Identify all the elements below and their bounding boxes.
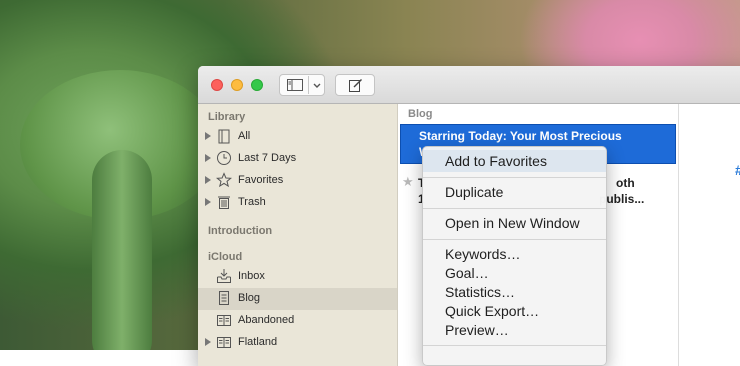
- context-menu: Add to Favorites Duplicate Open in New W…: [422, 146, 607, 366]
- clock-icon: [217, 151, 231, 165]
- menu-item-label: Goal…: [445, 265, 489, 281]
- sidebar-item-label: All: [238, 130, 251, 142]
- sidebar-item-inbox[interactable]: Inbox: [198, 266, 397, 288]
- menu-item-add-to-favorites[interactable]: Add to Favorites: [423, 150, 606, 172]
- sidebar-item-abandoned[interactable]: Abandoned: [198, 310, 397, 332]
- menu-separator: [423, 345, 606, 346]
- sidebar-item-all[interactable]: All: [198, 126, 397, 148]
- menu-item-label: Preview…: [445, 322, 509, 338]
- new-sheet-button[interactable]: [335, 74, 375, 96]
- editor-pane[interactable]: #: [679, 104, 740, 366]
- sidebar-item-label: Trash: [238, 196, 266, 208]
- menu-item-label: Add to Favorites: [445, 153, 547, 169]
- menu-item-label: Keywords…: [445, 246, 521, 262]
- disclosure-triangle-icon: [205, 132, 211, 140]
- sidebar-item-last-7-days[interactable]: Last 7 Days: [198, 148, 397, 170]
- menu-separator: [423, 239, 606, 240]
- menu-item-preview[interactable]: Preview…: [423, 319, 606, 341]
- introduction-heading[interactable]: Introduction: [208, 225, 272, 237]
- disclosure-triangle-icon: [205, 176, 211, 184]
- sidebar-item-label: Favorites: [238, 174, 284, 186]
- close-button[interactable]: [211, 79, 223, 91]
- trash-icon: [218, 196, 230, 209]
- menu-separator: [423, 208, 606, 209]
- menu-separator: [423, 177, 606, 178]
- minimize-button[interactable]: [231, 79, 243, 91]
- sidebar-item-label: Blog: [238, 292, 261, 304]
- sidebar-item-favorites[interactable]: Favorites: [198, 170, 397, 192]
- button-divider: [308, 76, 309, 94]
- menu-item-duplicate[interactable]: Duplicate: [423, 181, 606, 203]
- sidebar-icon: [287, 79, 303, 91]
- sidebar-item-trash[interactable]: Trash: [198, 192, 397, 214]
- sidebar-item-flatland[interactable]: Flatland: [198, 332, 397, 354]
- inbox-icon: [217, 269, 231, 283]
- chevron-down-icon: [313, 83, 321, 88]
- menu-item-open-in-new-window[interactable]: Open in New Window: [423, 212, 606, 234]
- sheet-row-title: Starring Today: Your Most Precious: [419, 129, 622, 143]
- sheet-list-heading: Blog: [408, 108, 433, 120]
- zoom-button[interactable]: [251, 79, 263, 91]
- menu-item-label: Statistics…: [445, 284, 516, 300]
- sidebar-item-label: Abandoned: [238, 314, 295, 326]
- menu-item-label: Open in New Window: [445, 215, 580, 231]
- titlebar: [198, 66, 740, 104]
- sidebar-toggle-button[interactable]: [279, 74, 325, 96]
- star-icon: [216, 172, 232, 188]
- icloud-heading: iCloud: [208, 251, 243, 263]
- group-icon: [217, 315, 231, 326]
- disclosure-triangle-icon: [205, 198, 211, 206]
- disclosure-triangle-icon: [205, 154, 211, 162]
- sidebar-item-label: Last 7 Days: [238, 152, 297, 164]
- star-icon: ★: [402, 174, 414, 189]
- wallpaper-plant-stem: [92, 150, 152, 350]
- document-icon: [219, 291, 229, 305]
- editor-heading-marker: #: [735, 162, 740, 178]
- sheet-row-title-right: oth: [616, 176, 635, 190]
- compose-icon: [349, 79, 362, 92]
- sidebar-item-blog[interactable]: Blog: [198, 288, 397, 310]
- disclosure-triangle-icon: [205, 338, 211, 346]
- menu-item-label: Duplicate: [445, 184, 504, 200]
- sidebar-item-label: Inbox: [238, 270, 265, 282]
- menu-item-label: Quick Export…: [445, 303, 540, 319]
- group-icon: [217, 337, 231, 348]
- library-heading: Library: [208, 111, 246, 123]
- sidebar-item-label: Flatland: [238, 336, 278, 348]
- stack-icon: [218, 129, 230, 144]
- library-sidebar: Library All Last 7 Days Favorites Trash …: [198, 104, 398, 366]
